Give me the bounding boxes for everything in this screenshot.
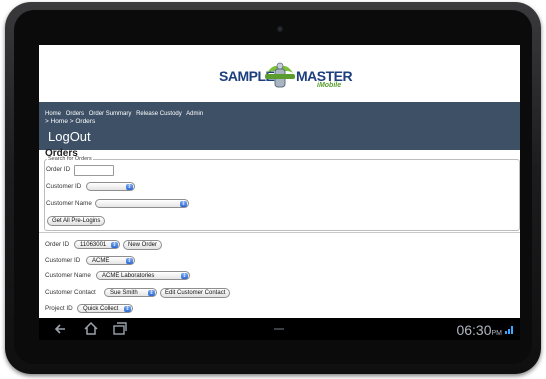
search-customer-id-select[interactable]: ⇕ (86, 182, 135, 191)
logout-link[interactable]: LogOut (48, 129, 91, 144)
logo-icon (265, 62, 295, 88)
section-divider (39, 232, 520, 233)
recent-apps-icon[interactable] (113, 322, 127, 335)
search-customer-name-select[interactable]: ⇕ (95, 199, 189, 208)
nav-link-home[interactable]: Home (45, 111, 61, 117)
chevron-updown-icon: ⇕ (111, 242, 118, 248)
nav-link-orders[interactable]: Orders (66, 111, 84, 117)
chevron-updown-icon: ⇕ (126, 258, 133, 264)
new-order-button[interactable]: New Order (123, 240, 163, 250)
search-legend: Search for Orders (47, 156, 93, 162)
browser-screen: SAMPLE MASTER iMobile Home Orders Order … (39, 45, 520, 318)
search-customer-id-label: Customer ID (46, 183, 82, 190)
customer-name-select[interactable]: ACME Laboratories ⇕ (96, 271, 190, 280)
project-id-select[interactable]: Quick Collect ⇕ (77, 304, 133, 313)
system-bar: 06:30PM (39, 318, 520, 340)
chevron-updown-icon: ⇕ (180, 201, 187, 207)
chevron-updown-icon: ⇕ (148, 290, 155, 296)
chevron-updown-icon: ⇕ (126, 184, 133, 190)
clock-ampm: PM (491, 330, 503, 337)
nav-links: Home Orders Order Summary Release Custod… (45, 111, 206, 117)
signal-icon (505, 326, 513, 334)
customer-name-label: Customer Name (45, 272, 91, 279)
project-id-value: Quick Collect (83, 306, 119, 312)
logo-subtitle: iMobile (317, 82, 342, 89)
nav-link-admin[interactable]: Admin (186, 111, 203, 117)
search-order-id-label: Order ID (46, 166, 71, 173)
system-clock: 06:30PM (456, 322, 502, 338)
breadcrumb: > Home > Orders (45, 118, 96, 125)
customer-id-label: Customer ID (45, 257, 81, 264)
project-id-label: Project ID (45, 305, 73, 312)
nav-bar: Home Orders Order Summary Release Custod… (39, 102, 520, 150)
order-id-value: 11063001 (80, 242, 107, 248)
logo-header: SAMPLE MASTER iMobile (39, 45, 520, 102)
clock-time: 06:30 (456, 322, 492, 338)
search-orders-fieldset: Search for Orders Order ID Customer ID ⇕… (44, 156, 520, 231)
customer-contact-select[interactable]: Sue Smith ⇕ (104, 288, 157, 297)
order-id-select[interactable]: 11063001 ⇕ (74, 240, 120, 249)
order-id-label: Order ID (45, 241, 70, 248)
customer-id-value: ACME (92, 258, 110, 264)
camera-icon (277, 26, 283, 32)
customer-id-select[interactable]: ACME ⇕ (86, 256, 135, 265)
nav-link-order-summary[interactable]: Order Summary (89, 111, 132, 117)
search-customer-name-label: Customer Name (46, 200, 92, 207)
search-order-id-input[interactable] (74, 165, 114, 176)
chevron-updown-icon: ⇕ (124, 306, 131, 312)
nav-link-release-custody[interactable]: Release Custody (136, 111, 182, 117)
customer-contact-value: Sue Smith (110, 290, 138, 296)
chevron-updown-icon: ⇕ (181, 273, 188, 279)
edit-customer-contact-button[interactable]: Edit Customer Contact (160, 288, 231, 298)
orders-content: Orders Search for Orders Order ID Custom… (39, 148, 520, 318)
customer-contact-label: Customer Contact (45, 289, 96, 296)
back-icon[interactable] (53, 322, 67, 336)
get-all-prelogins-button[interactable]: Get All Pre-Logins (47, 216, 106, 226)
drag-handle (274, 328, 284, 330)
home-icon[interactable] (83, 321, 99, 336)
customer-name-value: ACME Laboratories (102, 273, 155, 279)
